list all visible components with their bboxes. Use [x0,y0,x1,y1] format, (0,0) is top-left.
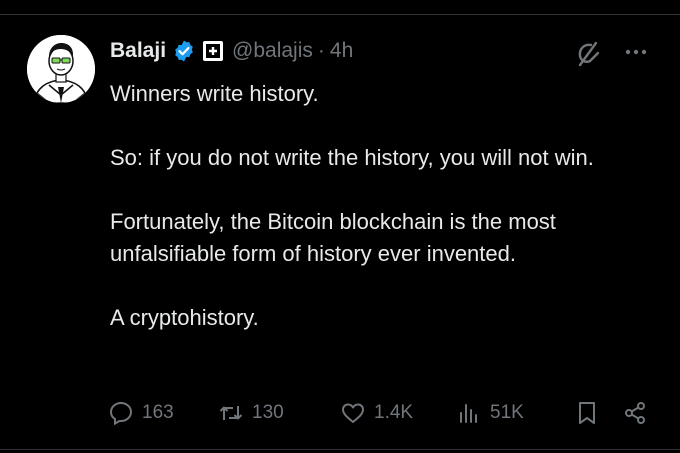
tweet-header: Balaji @balajis · 4h [110,36,353,66]
retweet-count: 130 [252,402,284,423]
reply-count: 163 [142,402,174,423]
tweet-body: Winners write history. So: if you do not… [110,78,655,366]
like-button[interactable]: 1.4K [340,395,413,431]
verified-badge-icon[interactable] [172,39,196,63]
tweet-paragraph: Winners write history. [110,81,319,106]
tweet-paragraph: A cryptohistory. [110,305,259,330]
views-chart-icon [460,404,477,423]
bottom-divider [0,449,680,450]
reply-button[interactable]: 163 [108,395,174,431]
share-button[interactable] [622,395,656,431]
avatar-portrait-icon [27,35,95,103]
header-separator: · [317,39,325,62]
avatar[interactable] [27,35,95,103]
author-handle[interactable]: @balajis [232,39,313,63]
like-count: 1.4K [374,402,414,423]
tweet-paragraph: So: if you do not write the history, you… [110,145,594,170]
reply-icon [109,401,133,426]
top-divider [0,14,680,15]
retweet-button[interactable]: 130 [218,395,284,431]
bookmark-button[interactable] [574,395,608,431]
retweet-icon [219,406,243,420]
views-button[interactable]: 51K [456,395,524,431]
tweet-actions-bar: 163 130 1.4K 51K [108,395,660,431]
grok-icon[interactable] [572,38,604,70]
heart-icon [342,403,364,423]
tweet-paragraph: Fortunately, the Bitcoin blockchain is t… [110,209,556,266]
affiliation-badge-icon[interactable] [202,40,224,62]
share-icon [625,402,645,424]
bookmark-icon [579,402,595,424]
author-name[interactable]: Balaji [110,39,166,63]
views-count: 51K [490,402,524,423]
tweet-timestamp[interactable]: 4h [330,39,353,63]
more-dots-icon[interactable] [620,38,652,66]
